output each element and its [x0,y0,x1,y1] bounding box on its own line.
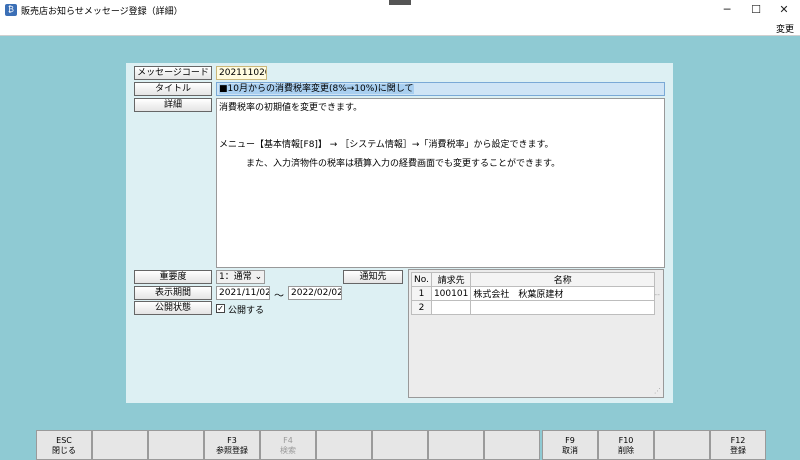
maximize-button[interactable]: ☐ [744,2,768,18]
public-checkbox-label[interactable]: 公開する [228,303,264,316]
row-number: 2 [411,300,432,315]
fkey-key-label: F10 [618,436,634,445]
snap-handle[interactable] [389,0,411,5]
column-header-no[interactable]: No. [411,272,432,287]
period-from-field[interactable]: 2021/11/02 [216,286,270,300]
fkey-action-label: 参照登録 [216,446,248,455]
name-cell[interactable] [470,300,656,315]
importance-select[interactable]: 1：通常 ⌄ [216,270,265,284]
message-code-label: メッセージコード [134,66,212,80]
fkey-key-label: F9 [565,436,575,445]
fkey-blank-5-button[interactable] [316,430,372,460]
detail-line: メニュー【基本情報[F8]】 → ［システム情報］→「消費税率」から設定できます… [219,140,554,150]
fkey-blank-1-button[interactable] [92,430,148,460]
fkey-blank-2-button[interactable] [148,430,204,460]
fkey-esc-button[interactable]: ESC 閉じる [36,430,92,460]
notify-table: No. 請求先 名称 1 100101 株式会社 秋葉原建材 2 [411,272,656,315]
chevron-down-icon: ⌄ [254,272,263,282]
fkey-key-label: ESC [56,436,72,445]
fkey-blank-11-button[interactable] [654,430,710,460]
resize-grip-icon[interactable]: ⋰ [654,387,661,395]
menu-item-change[interactable]: 変更 [776,22,794,35]
period-separator: ～ [274,291,284,302]
display-period-label: 表示期間 [134,286,212,300]
importance-value: 1：通常 [219,272,252,282]
checkmark-icon: ✓ [217,304,224,313]
public-status-label: 公開状態 [134,301,212,315]
window-title: 販売店お知らせメッセージ登録（詳細） [21,7,183,17]
billing-code-cell[interactable]: 100101 [430,286,472,301]
billing-code-cell[interactable] [430,300,472,315]
fkey-key-label: F3 [227,436,237,445]
message-code-field[interactable]: 2021110201 [216,66,267,80]
title-field[interactable]: ■10月からの消費税率変更(8%→10%)に関して [216,82,665,96]
period-to-field[interactable]: 2022/02/02 [288,286,342,300]
public-checkbox[interactable]: ✓ [216,304,225,313]
fkey-f3-button[interactable]: F3 参照登録 [204,430,260,460]
fkey-action-label: 削除 [618,446,634,455]
grid-splitter[interactable]: -- [654,290,660,299]
column-header-name[interactable]: 名称 [470,272,656,287]
close-window-button[interactable]: ✕ [772,2,796,18]
fkey-blank-6-button[interactable] [372,430,428,460]
app-icon: ₿ [5,4,17,16]
table-row[interactable]: 1 100101 株式会社 秋葉原建材 [411,286,656,301]
fkey-f4-button: F4 検索 [260,430,316,460]
fkey-action-label: 登録 [730,446,746,455]
detail-line: 消費税率の初期値を変更できます。 [219,103,363,113]
row-number: 1 [411,286,432,301]
fkey-blank-8-button[interactable] [484,430,540,460]
notify-destination-grid[interactable]: No. 請求先 名称 1 100101 株式会社 秋葉原建材 2 -- ⋰ [408,269,664,398]
title-text: ■10月からの消費税率変更(8%→10%)に関して [219,84,414,94]
notify-destination-button[interactable]: 通知先 [343,270,403,284]
title-label: タイトル [134,82,212,96]
fkey-action-label: 閉じる [52,446,76,455]
importance-label: 重要度 [134,270,212,284]
table-row[interactable]: 2 [411,300,656,315]
fkey-action-label: 取消 [562,446,578,455]
detail-label: 詳細 [134,98,212,112]
detail-textarea[interactable]: 消費税率の初期値を変更できます。 メニュー【基本情報[F8]】 → ［システム情… [216,98,665,268]
function-key-bar: ESC 閉じる F3 参照登録 F4 検索 F9 取消 F10 削除 F12 登録 [0,428,800,460]
column-header-billing[interactable]: 請求先 [430,272,472,287]
fkey-key-label: F4 [283,436,293,445]
fkey-f10-button[interactable]: F10 削除 [598,430,654,460]
title-bar: ₿ 販売店お知らせメッセージ登録（詳細） ─ ☐ ✕ [0,0,800,20]
fkey-f12-button[interactable]: F12 登録 [710,430,766,460]
name-cell[interactable]: 株式会社 秋葉原建材 [470,286,656,301]
message-form-panel: メッセージコード 2021110201 タイトル ■10月からの消費税率変更(8… [126,63,673,403]
minimize-button[interactable]: ─ [715,2,739,18]
fkey-action-label: 検索 [280,446,296,455]
menu-bar: 変更 [0,20,800,36]
fkey-key-label: F12 [730,436,746,445]
detail-line: また、入力済物件の税率は積算入力の経費画面でも変更することができます。 [246,159,561,169]
fkey-f9-button[interactable]: F9 取消 [542,430,598,460]
fkey-blank-7-button[interactable] [428,430,484,460]
